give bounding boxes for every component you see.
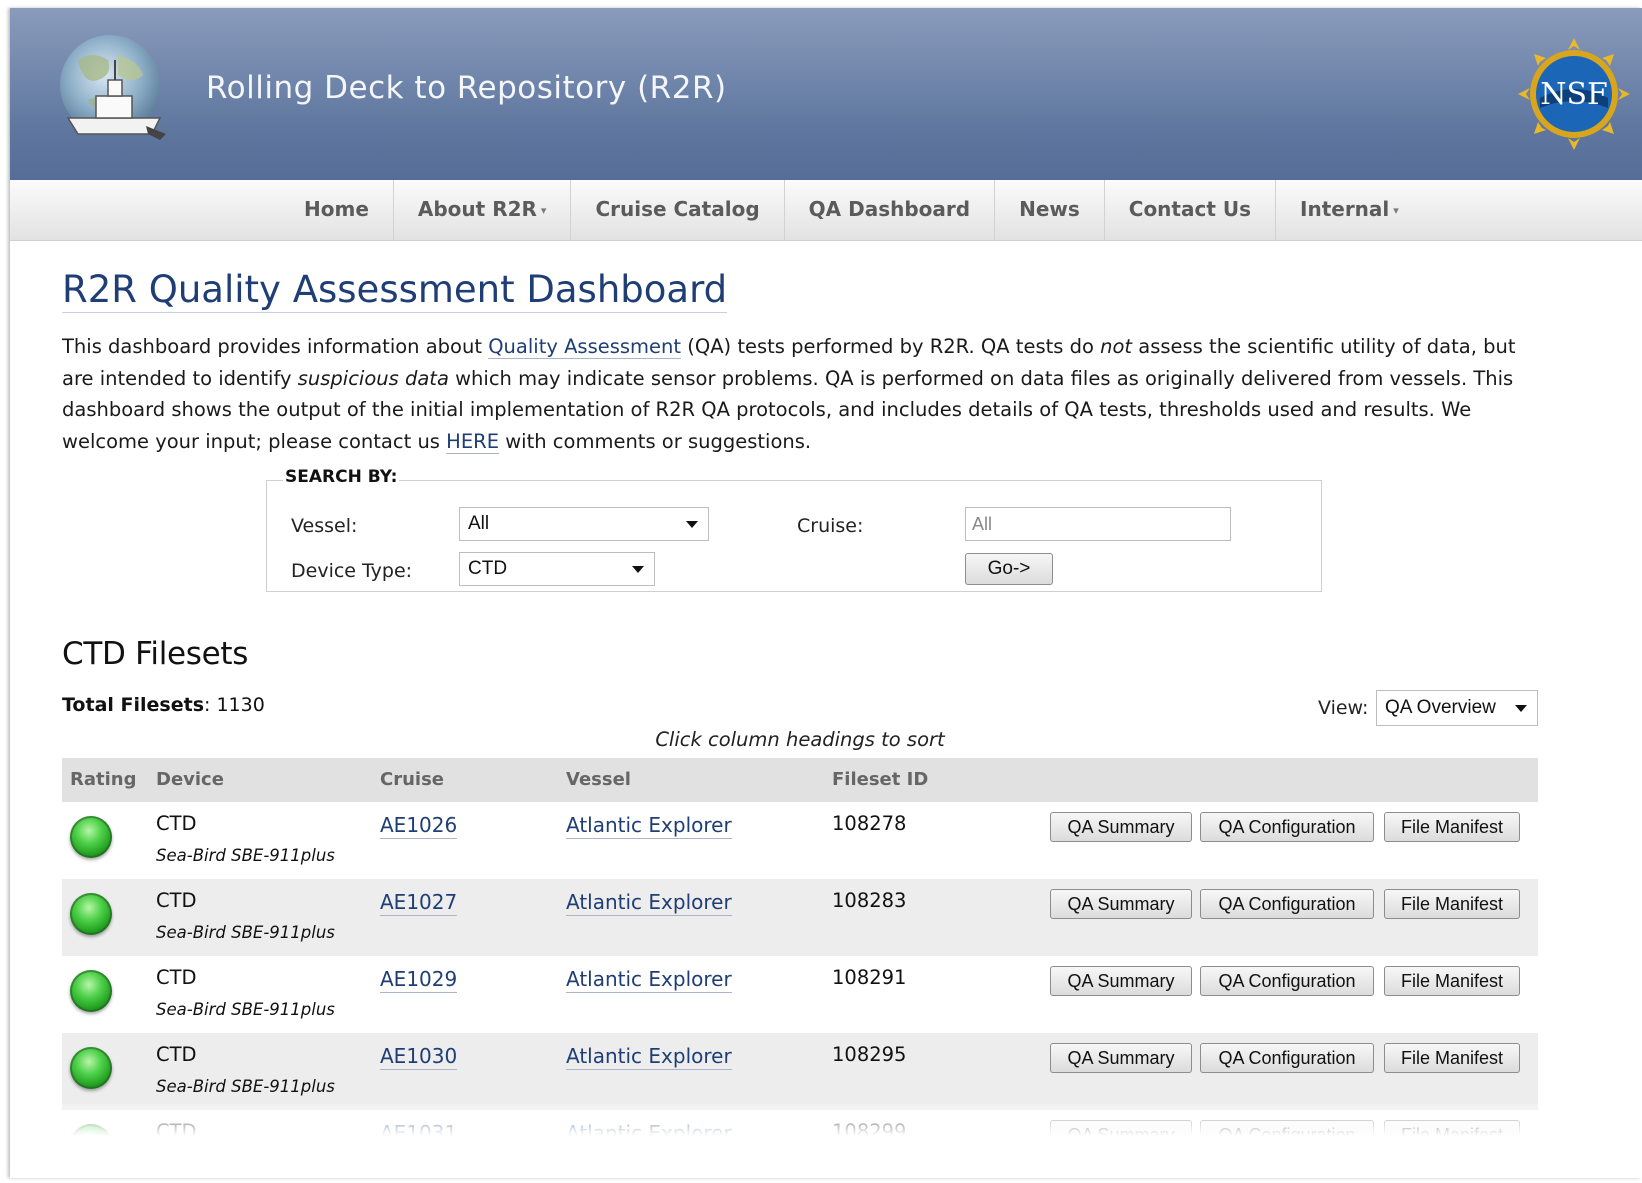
column-header-cruise[interactable]: Cruise	[380, 758, 444, 802]
cruise-input[interactable]	[965, 507, 1231, 541]
file-manifest-button[interactable]: File Manifest	[1384, 889, 1520, 919]
sort-hint: Click column headings to sort	[655, 728, 945, 751]
chevron-down-icon	[1515, 705, 1527, 712]
device-name: CTD	[156, 889, 197, 912]
nav-item-news[interactable]: News	[995, 180, 1105, 240]
file-manifest-button[interactable]: File Manifest	[1384, 1043, 1520, 1073]
device-model: Sea-Bird SBE-911plus	[156, 1000, 335, 1019]
device-model: Sea-Bird SBE-911plus	[156, 846, 335, 865]
qa-configuration-button[interactable]: QA Configuration	[1200, 966, 1374, 996]
cruise-link[interactable]: AE1029	[380, 966, 458, 993]
qa-summary-button[interactable]: QA Summary	[1050, 812, 1192, 842]
device-type-select[interactable]: CTD	[459, 552, 655, 586]
table-row: CTD Sea-Bird SBE-911plus AE1027 Atlantic Ex…	[62, 879, 1538, 956]
nav-item-internal[interactable]: Internal ▾	[1276, 180, 1423, 240]
device-model: Sea-Bird SBE-911plus	[156, 923, 335, 942]
file-manifest-button[interactable]: File Manifest	[1384, 966, 1520, 996]
cruise-link[interactable]: AE1027	[380, 889, 458, 916]
table-header: Rating Device Cruise Vessel Fileset ID	[62, 758, 1538, 802]
section-title: CTD Filesets	[62, 636, 249, 672]
main-content: R2R Quality Assessment Dashboard This da…	[62, 240, 1542, 1173]
qa-configuration-button[interactable]: QA Configuration	[1200, 812, 1374, 842]
ship-globe-logo[interactable]	[48, 30, 178, 150]
rating-green-icon	[70, 893, 112, 935]
total-filesets: Total Filesets: 1130	[62, 694, 265, 716]
table-row: CTD Sea-Bird SBE-911plus AE1029 Atlantic Ex…	[62, 956, 1538, 1033]
view-label: View:	[1318, 697, 1369, 719]
search-panel: SEARCH BY: Vessel: All Device Type: CTD …	[266, 467, 1322, 592]
chevron-down-icon	[632, 566, 644, 573]
svg-text:NSF: NSF	[1540, 77, 1608, 112]
vessel-link[interactable]: Atlantic Explorer	[566, 966, 732, 993]
table-row: CTD Sea-Bird SBE-911plus AE1030 Atlantic Ex…	[62, 1033, 1538, 1110]
intro-paragraph: This dashboard provides information abou…	[62, 335, 1516, 454]
search-legend: SEARCH BY:	[283, 467, 400, 487]
cruise-link[interactable]: AE1030	[380, 1043, 458, 1070]
fileset-id: 108291	[832, 966, 907, 989]
device-name: CTD	[156, 812, 197, 835]
device-name: CTD	[156, 1043, 197, 1066]
scroll-fade-overlay	[10, 1104, 1642, 1178]
nav-item-cruise-catalog[interactable]: Cruise Catalog	[571, 180, 785, 240]
cruise-link[interactable]: AE1026	[380, 812, 458, 839]
vessel-link[interactable]: Atlantic Explorer	[566, 1043, 732, 1070]
nav-menu: Home About R2R ▾ Cruise Catalog QA Dashboard…	[280, 180, 1423, 240]
browser-page: Rolling Deck to Repository (R2R) NSF Hom…	[10, 8, 1642, 1178]
file-manifest-button[interactable]: File Manifest	[1384, 812, 1520, 842]
fileset-id: 108283	[832, 889, 907, 912]
vessel-link[interactable]: Atlantic Explorer	[566, 889, 732, 916]
view-select[interactable]: QA Overview	[1376, 690, 1538, 726]
site-title[interactable]: Rolling Deck to Repository (R2R)	[206, 70, 727, 106]
column-header-device[interactable]: Device	[156, 758, 224, 802]
fileset-id: 108295	[832, 1043, 907, 1066]
nav-item-about-r2r[interactable]: About R2R ▾	[394, 180, 572, 240]
device-name: CTD	[156, 966, 197, 989]
nav-item-contact-us[interactable]: Contact Us	[1105, 180, 1277, 240]
vessel-label: Vessel:	[291, 515, 358, 537]
site-banner: Rolling Deck to Repository (R2R) NSF	[10, 8, 1642, 180]
go-button[interactable]: Go->	[965, 553, 1053, 585]
contact-here-link[interactable]: HERE	[446, 429, 500, 454]
rating-green-icon	[70, 816, 112, 858]
qa-summary-button[interactable]: QA Summary	[1050, 1043, 1192, 1073]
caret-down-icon: ▾	[1393, 204, 1399, 217]
vessel-link[interactable]: Atlantic Explorer	[566, 812, 732, 839]
rating-green-icon	[70, 970, 112, 1012]
qa-configuration-button[interactable]: QA Configuration	[1200, 889, 1374, 919]
nsf-logo[interactable]: NSF	[1516, 36, 1632, 152]
column-header-rating[interactable]: Rating	[70, 758, 136, 802]
cruise-label: Cruise:	[797, 515, 864, 537]
nav-item-qa-dashboard[interactable]: QA Dashboard	[785, 180, 996, 240]
main-navbar: Home About R2R ▾ Cruise Catalog QA Dashboard…	[10, 180, 1642, 241]
column-header-vessel[interactable]: Vessel	[566, 758, 631, 802]
page-title: R2R Quality Assessment Dashboard	[62, 268, 728, 313]
device-model: Sea-Bird SBE-911plus	[156, 1077, 335, 1096]
nav-item-home[interactable]: Home	[280, 180, 394, 240]
qa-summary-button[interactable]: QA Summary	[1050, 889, 1192, 919]
table-row: CTD Sea-Bird SBE-911plus AE1026 Atlantic Ex…	[62, 802, 1538, 879]
vessel-select[interactable]: All	[459, 507, 709, 541]
device-type-label: Device Type:	[291, 560, 413, 582]
qa-configuration-button[interactable]: QA Configuration	[1200, 1043, 1374, 1073]
column-header-fileset-id[interactable]: Fileset ID	[832, 758, 928, 802]
total-filesets-count: 1130	[216, 694, 265, 716]
qa-summary-button[interactable]: QA Summary	[1050, 966, 1192, 996]
fileset-id: 108278	[832, 812, 907, 835]
caret-down-icon: ▾	[540, 204, 547, 217]
rating-green-icon	[70, 1047, 112, 1089]
quality-assessment-link[interactable]: Quality Assessment	[488, 335, 682, 359]
chevron-down-icon	[686, 521, 698, 528]
